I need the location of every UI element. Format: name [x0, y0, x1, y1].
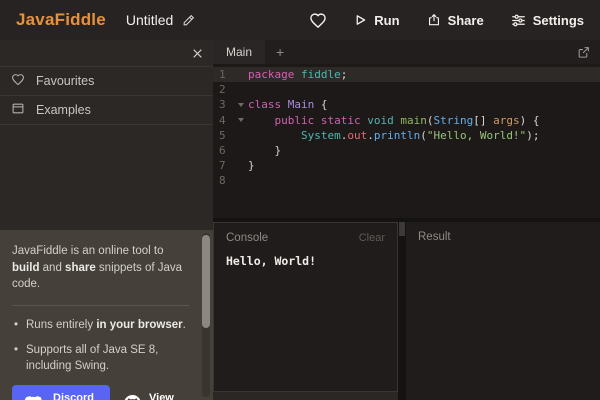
code-editor[interactable]: 1package fiddle;2 3class Main {4 public …: [213, 64, 600, 218]
settings-button[interactable]: Settings: [511, 13, 584, 28]
line-gutter[interactable]: 7: [213, 158, 248, 173]
tab-label: Main: [226, 45, 252, 59]
open-external-icon[interactable]: [567, 46, 600, 59]
fold-spacer: [233, 158, 248, 173]
share-button[interactable]: Share: [427, 12, 484, 28]
output-row: Console Clear Hello, World! Result: [213, 222, 600, 400]
console-wrap: Console Clear Hello, World!: [213, 222, 398, 400]
discord-button-label: Discord server: [53, 391, 99, 400]
result-header: Result: [406, 222, 600, 243]
line-gutter[interactable]: 6: [213, 143, 248, 158]
console-title: Console: [226, 232, 268, 244]
sidebar-header: [0, 40, 213, 67]
rename-pencil-icon[interactable]: [182, 14, 195, 27]
result-wrap: Result: [406, 222, 600, 400]
code-line[interactable]: 8: [213, 173, 600, 188]
info-bullet: Supports all of Java SE 8, including Swi…: [12, 342, 189, 375]
console-output: Hello, World!: [214, 244, 397, 278]
sidebar-item-favourites[interactable]: Favourites: [0, 67, 213, 96]
editor-tab-bar: Main +: [213, 40, 600, 64]
console-header: Console Clear: [214, 223, 397, 244]
tab-main[interactable]: Main: [213, 40, 265, 64]
fold-spacer: [233, 128, 248, 143]
add-tab-button[interactable]: +: [265, 44, 295, 60]
code-line[interactable]: 7}: [213, 158, 600, 173]
code-line[interactable]: 2: [213, 82, 600, 97]
line-gutter[interactable]: 1: [213, 67, 248, 82]
share-button-label: Share: [448, 13, 484, 28]
vertical-splitter[interactable]: [398, 222, 406, 400]
result-title: Result: [418, 231, 451, 243]
discord-icon: [23, 396, 44, 400]
info-bullets: Runs entirely in your browser. Supports a…: [12, 317, 189, 375]
fold-spacer: [233, 143, 248, 158]
heart-icon: [309, 12, 327, 29]
fold-spacer: [233, 67, 248, 82]
clear-console-button[interactable]: Clear: [359, 232, 385, 244]
app-logo[interactable]: JavaFiddle: [16, 10, 106, 30]
discord-button[interactable]: Discord server: [12, 385, 110, 400]
info-divider: [12, 305, 189, 306]
code-area: 1package fiddle;2 3class Main {4 public …: [213, 67, 600, 189]
scrollbar-track[interactable]: [202, 233, 210, 397]
line-gutter[interactable]: 4: [213, 113, 248, 128]
info-actions: Discord server View source: [12, 385, 189, 400]
topbar-actions: Run Share Settings: [309, 12, 584, 29]
run-button[interactable]: Run: [354, 13, 399, 28]
result-panel: Result: [406, 222, 600, 400]
fold-chevron-icon[interactable]: [233, 113, 248, 128]
code-line[interactable]: 6 }: [213, 143, 600, 158]
fold-spacer: [233, 173, 248, 188]
code-line[interactable]: 1package fiddle;: [213, 67, 600, 82]
run-button-label: Run: [374, 13, 399, 28]
console-panel: Console Clear Hello, World!: [213, 222, 398, 392]
heart-icon: [11, 73, 25, 89]
sidebar: Favourites Examples JavaFiddle is an onl…: [0, 40, 213, 400]
share-icon: [427, 12, 441, 28]
sliders-icon: [511, 13, 526, 28]
sidebar-item-label: Favourites: [36, 74, 94, 88]
view-source-button-label: View source: [149, 391, 195, 400]
window-icon: [11, 102, 25, 118]
code-line[interactable]: 3class Main {: [213, 97, 600, 112]
view-source-button[interactable]: View source: [124, 391, 195, 400]
sidebar-item-examples[interactable]: Examples: [0, 96, 213, 125]
fold-chevron-icon[interactable]: [233, 97, 248, 112]
line-gutter[interactable]: 5: [213, 128, 248, 143]
close-sidebar-icon[interactable]: [191, 47, 204, 60]
sidebar-item-label: Examples: [36, 103, 91, 117]
fold-spacer: [233, 82, 248, 97]
info-intro: JavaFiddle is an online tool to build an…: [12, 243, 189, 293]
play-icon: [354, 13, 367, 27]
settings-button-label: Settings: [533, 13, 584, 28]
sidebar-spacer: [0, 125, 213, 230]
scrollbar-thumb[interactable]: [202, 235, 210, 328]
info-panel: JavaFiddle is an online tool to build an…: [0, 230, 213, 400]
line-gutter[interactable]: 3: [213, 97, 248, 112]
line-gutter[interactable]: 8: [213, 173, 248, 188]
favourite-button[interactable]: [309, 12, 327, 29]
top-bar: JavaFiddle Untitled Run Share Settings: [0, 0, 600, 40]
github-icon: [124, 395, 141, 400]
code-line[interactable]: 5 System.out.println("Hello, World!");: [213, 128, 600, 143]
splitter-handle[interactable]: [399, 222, 405, 236]
info-bullet: Runs entirely in your browser.: [12, 317, 189, 334]
main-column: Main + 1package fiddle;2 3class Main {4 …: [213, 40, 600, 400]
line-gutter[interactable]: 2: [213, 82, 248, 97]
code-line[interactable]: 4 public static void main(String[] args)…: [213, 113, 600, 128]
document-title: Untitled: [126, 12, 173, 28]
